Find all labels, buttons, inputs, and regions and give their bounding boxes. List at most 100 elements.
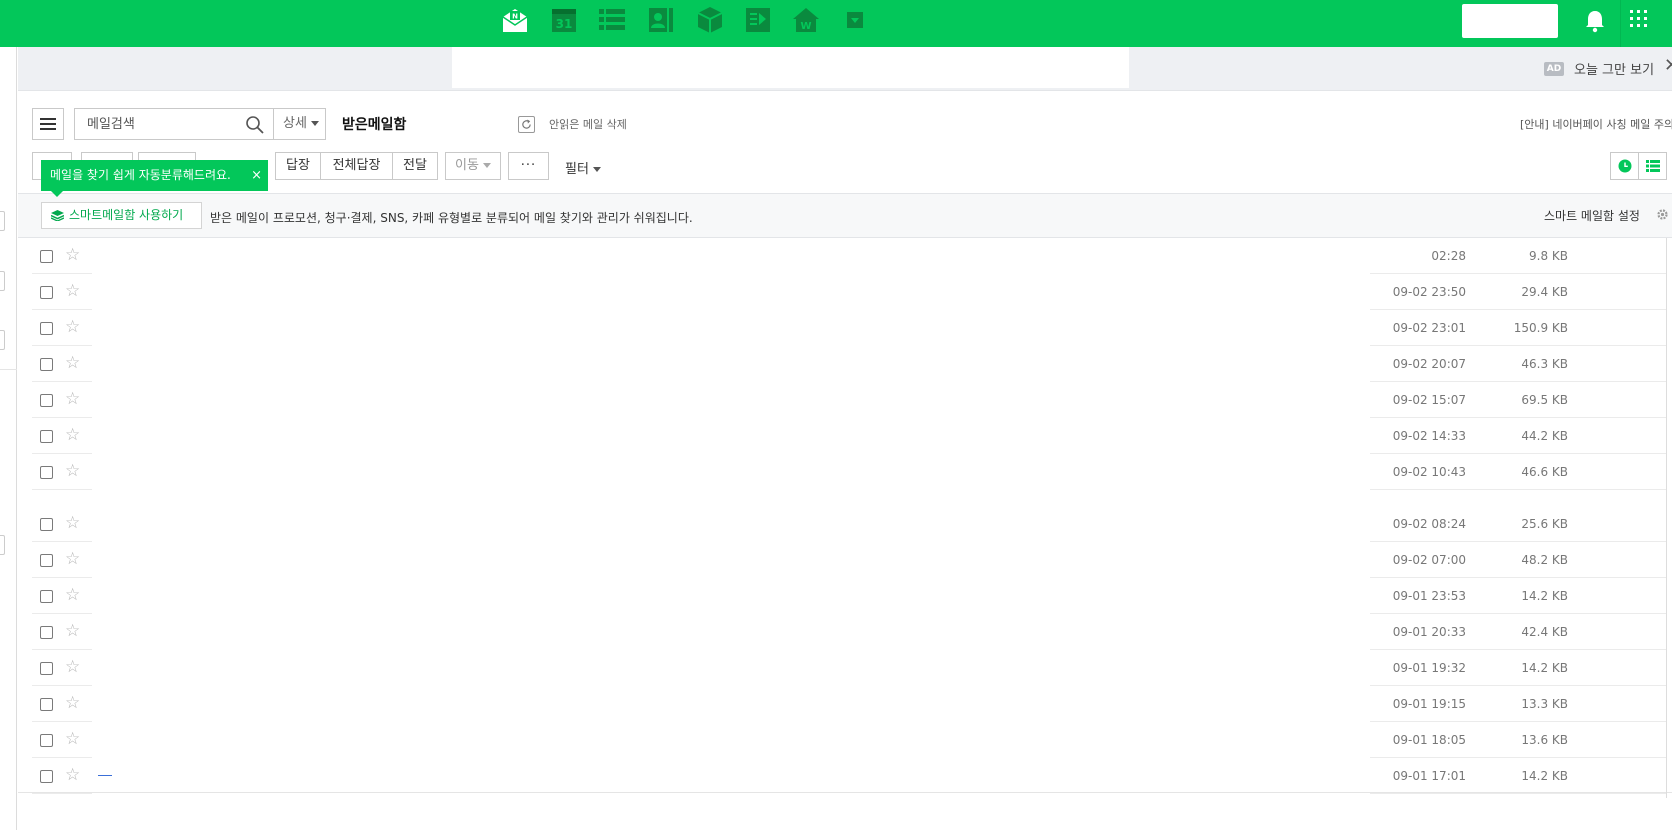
close-icon[interactable]: ×: [251, 160, 262, 191]
mail-row[interactable]: ☆ 09-01 20:33 42.4 KB: [18, 614, 1672, 650]
mail-checkbox[interactable]: [40, 518, 53, 531]
memo-app-icon[interactable]: [743, 5, 773, 35]
mail-row[interactable]: ☆ 02:28 9.8 KB: [18, 238, 1672, 274]
mail-checkbox[interactable]: [40, 662, 53, 675]
filter-label: 필터: [565, 162, 589, 177]
menu-toggle-button[interactable]: [32, 108, 64, 140]
mail-checkbox[interactable]: [40, 626, 53, 639]
sidebar-tab[interactable]: [0, 271, 5, 291]
mail-checkbox[interactable]: [40, 358, 53, 371]
sidebar-tab[interactable]: [0, 211, 5, 231]
works-label: W: [800, 21, 811, 32]
smart-mailbox-settings-link[interactable]: 스마트 메일함 설정: [1544, 207, 1640, 224]
mail-checkbox[interactable]: [40, 734, 53, 747]
apps-grid-icon[interactable]: [1630, 10, 1658, 38]
mail-row[interactable]: ☆ 09-02 08:24 25.6 KB: [18, 506, 1672, 542]
bell-icon[interactable]: [1584, 9, 1612, 37]
star-icon[interactable]: ☆: [65, 245, 80, 265]
mail-row[interactable]: ☆ 09-02 10:43 46.6 KB: [18, 454, 1672, 490]
delete-unread-link[interactable]: 안읽은 메일 삭제: [549, 116, 627, 132]
mail-size: 25.6 KB: [1521, 517, 1568, 531]
mail-size: 13.6 KB: [1521, 733, 1568, 747]
mail-checkbox[interactable]: [40, 322, 53, 335]
contacts-list-app-icon[interactable]: [597, 5, 627, 35]
mail-checkbox[interactable]: [40, 286, 53, 299]
mail-row[interactable]: ☆ 09-02 23:01 150.9 KB: [18, 310, 1672, 346]
mail-size: 48.2 KB: [1521, 553, 1568, 567]
mail-row[interactable]: ☆ 09-02 20:07 46.3 KB: [18, 346, 1672, 382]
star-icon[interactable]: ☆: [65, 281, 80, 301]
mail-app-icon[interactable]: N: [500, 5, 530, 35]
list-bottom-divider: [18, 792, 1672, 793]
top-navigation-bar: N 31 W: [0, 0, 1672, 47]
mail-row[interactable]: ☆ 09-01 18:05 13.6 KB: [18, 722, 1672, 758]
mail-date: 09-01 20:33: [1392, 625, 1466, 639]
calendar-app-icon[interactable]: 31: [549, 5, 579, 35]
ad-content[interactable]: [452, 47, 1129, 88]
mail-checkbox[interactable]: [40, 590, 53, 603]
list-view-button[interactable]: [1638, 152, 1667, 180]
mail-checkbox[interactable]: [40, 770, 53, 783]
hide-ad-today-link[interactable]: 오늘 그만 보기: [1574, 59, 1654, 78]
mail-checkbox[interactable]: [40, 698, 53, 711]
mail-row[interactable]: ☆ 09-01 23:53 14.2 KB: [18, 578, 1672, 614]
mail-date: 09-02 08:24: [1392, 517, 1466, 531]
sidebar-tab[interactable]: [0, 535, 5, 555]
filter-button[interactable]: 필터: [565, 158, 601, 177]
mail-row[interactable]: ☆ 09-01 17:01 14.2 KB: [18, 758, 1672, 794]
mail-checkbox[interactable]: [40, 554, 53, 567]
works-app-icon[interactable]: W: [791, 5, 821, 35]
mail-checkbox[interactable]: [40, 250, 53, 263]
star-icon[interactable]: ☆: [65, 317, 80, 337]
search-icon[interactable]: [245, 115, 265, 135]
notice-link[interactable]: [안내] 네이버페이 사칭 메일 주의: [1520, 116, 1672, 132]
mail-checkbox[interactable]: [40, 466, 53, 479]
mail-checkbox[interactable]: [40, 394, 53, 407]
star-icon[interactable]: ☆: [65, 729, 80, 749]
mail-row[interactable]: ☆ 09-02 15:07 69.5 KB: [18, 382, 1672, 418]
refresh-icon[interactable]: [518, 116, 535, 133]
mail-row[interactable]: ☆ 09-02 23:50 29.4 KB: [18, 274, 1672, 310]
star-icon[interactable]: ☆: [65, 353, 80, 373]
time-view-button[interactable]: [1610, 152, 1639, 180]
star-icon[interactable]: ☆: [65, 621, 80, 641]
star-icon[interactable]: ☆: [65, 513, 80, 533]
sidebar-tab[interactable]: [0, 330, 5, 350]
star-icon[interactable]: ☆: [65, 425, 80, 445]
star-icon[interactable]: ☆: [65, 657, 80, 677]
star-icon[interactable]: ☆: [65, 585, 80, 605]
smart-mailbox-tooltip: 메일을 찾기 쉽게 자동분류해드려요. ×: [41, 160, 268, 197]
mail-subject-link[interactable]: [98, 775, 112, 776]
mybox-app-icon[interactable]: [695, 5, 725, 35]
reply-all-button[interactable]: 전체답장: [320, 152, 393, 180]
gear-icon[interactable]: [1656, 208, 1669, 221]
address-book-app-icon[interactable]: [646, 5, 676, 35]
close-icon[interactable]: ✕: [1664, 57, 1672, 75]
more-apps-dropdown-icon[interactable]: [840, 5, 870, 35]
row-divider: [32, 489, 92, 490]
enable-smart-mailbox-button[interactable]: 스마트메일함 사용하기: [41, 202, 202, 229]
search-input[interactable]: [75, 109, 271, 139]
scrollbar[interactable]: [1666, 238, 1667, 798]
mail-row[interactable]: ☆ 09-01 19:15 13.3 KB: [18, 686, 1672, 722]
mail-row[interactable]: ☆ 09-01 19:32 14.2 KB: [18, 650, 1672, 686]
star-icon[interactable]: ☆: [65, 389, 80, 409]
mail-size: 9.8 KB: [1529, 249, 1568, 263]
mail-size: 13.3 KB: [1521, 697, 1568, 711]
mail-checkbox[interactable]: [40, 430, 53, 443]
mail-size: 46.6 KB: [1521, 465, 1568, 479]
mail-row[interactable]: ☆ 09-02 14:33 44.2 KB: [18, 418, 1672, 454]
profile-area[interactable]: [1462, 4, 1558, 38]
mail-row[interactable]: ☆ 09-02 07:00 48.2 KB: [18, 542, 1672, 578]
move-button[interactable]: 이동: [445, 152, 501, 180]
smart-mailbox-description: 받은 메일이 프로모션, 청구·결제, SNS, 카페 유형별로 분류되어 메일…: [210, 211, 693, 225]
calendar-day-label: 31: [556, 17, 573, 31]
star-icon[interactable]: ☆: [65, 765, 80, 785]
star-icon[interactable]: ☆: [65, 461, 80, 481]
reply-button[interactable]: 답장: [275, 152, 321, 180]
star-icon[interactable]: ☆: [65, 549, 80, 569]
advanced-search-button[interactable]: 상세: [273, 109, 325, 139]
forward-button[interactable]: 전달: [392, 152, 438, 180]
more-actions-button[interactable]: ···: [508, 152, 549, 180]
star-icon[interactable]: ☆: [65, 693, 80, 713]
